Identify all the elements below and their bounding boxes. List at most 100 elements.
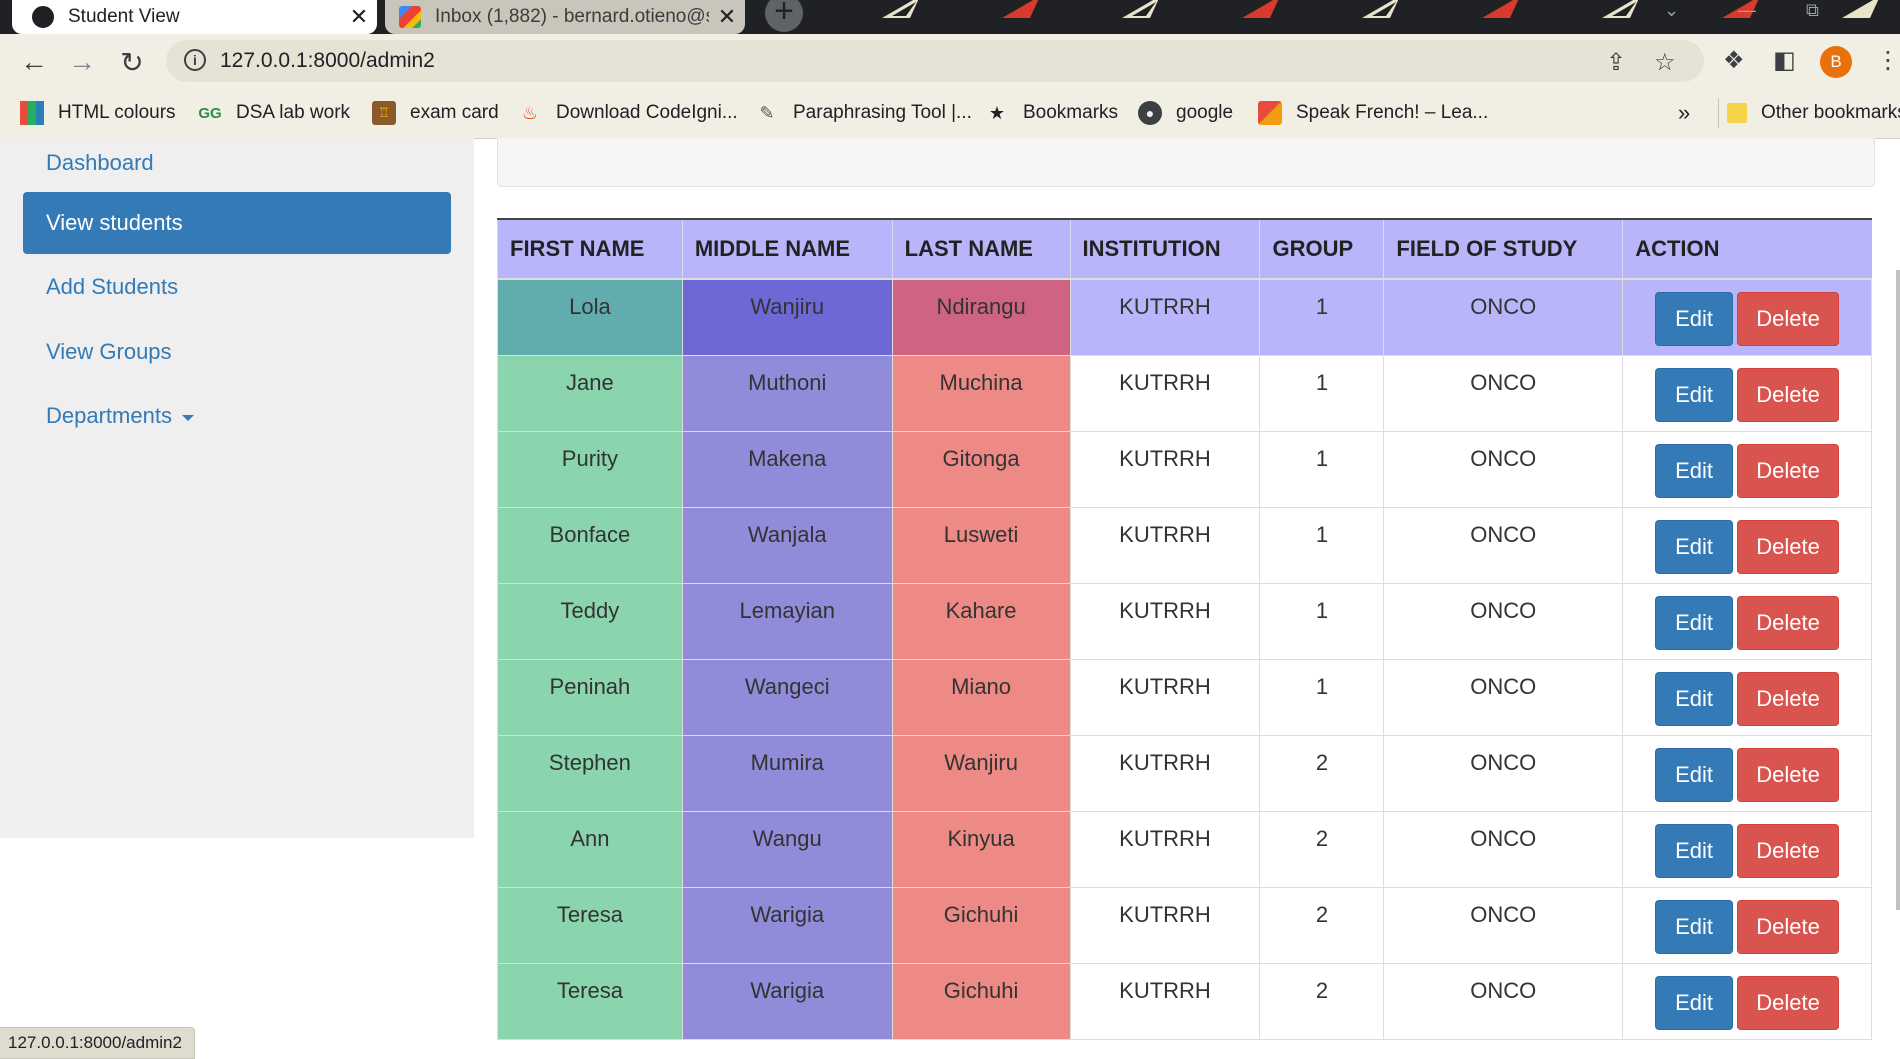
column-header: FIRST NAME xyxy=(497,218,683,280)
action-cell: Edit Delete xyxy=(1622,278,1872,356)
edit-button[interactable]: Edit xyxy=(1655,367,1734,422)
action-cell: Edit Delete xyxy=(1622,962,1872,1040)
table-row: Jane Muthoni Muchina KUTRRH 1 ONCO Edit D… xyxy=(497,354,1872,432)
edit-button[interactable]: Edit xyxy=(1655,747,1734,802)
delete-button[interactable]: Delete xyxy=(1737,671,1840,726)
close-icon[interactable]: ✕ xyxy=(709,4,745,30)
page-scrollbar[interactable] xyxy=(1896,270,1900,910)
address-bar[interactable]: i 127.0.0.1:8000/admin2 ⇪ ☆ xyxy=(166,40,1704,82)
geeks-icon: GG xyxy=(198,104,222,122)
edit-button[interactable]: Edit xyxy=(1655,292,1734,346)
sidebar-item-departments[interactable]: Departments xyxy=(23,385,451,447)
bookmark-speak-french[interactable]: Speak French! – Lea... xyxy=(1258,98,1488,128)
forward-icon[interactable]: → xyxy=(64,44,100,80)
bookmark-bookmarks[interactable]: ★ Bookmarks xyxy=(985,98,1118,128)
side-panel-icon[interactable]: ◧ xyxy=(1773,46,1796,75)
delete-button[interactable]: Delete xyxy=(1737,823,1840,878)
sidebar-item-view-students[interactable]: View students xyxy=(23,192,451,254)
tab-search-icon[interactable]: ⌄ xyxy=(1664,0,1679,21)
last-name-cell: Kinyua xyxy=(891,810,1071,888)
group-cell: 2 xyxy=(1259,886,1385,964)
field-of-study-cell: ONCO xyxy=(1383,354,1624,432)
column-header: LAST NAME xyxy=(891,218,1070,280)
field-of-study-cell: ONCO xyxy=(1383,886,1624,964)
sidebar-item-add-students[interactable]: Add Students xyxy=(23,256,451,318)
field-of-study-cell: ONCO xyxy=(1383,430,1624,508)
edit-button[interactable]: Edit xyxy=(1655,823,1734,878)
flame-icon: ♨ xyxy=(521,102,539,123)
bookmark-codeigniter[interactable]: ♨ Download CodeIgni... xyxy=(518,98,738,128)
column-header: INSTITUTION xyxy=(1069,218,1260,280)
institution-cell: KUTRRH xyxy=(1069,430,1261,508)
tab-inbox[interactable]: Inbox (1,882) - bernard.otieno@s ✕ xyxy=(385,0,745,34)
reload-icon[interactable]: ↻ xyxy=(114,44,150,80)
sidebar-item-label: Departments xyxy=(46,403,172,428)
institution-cell: KUTRRH xyxy=(1069,810,1261,888)
table-row: Lola Wanjiru Ndirangu KUTRRH 1 ONCO Edit… xyxy=(497,278,1872,356)
browser-toolbar: ← → ↻ i 127.0.0.1:8000/admin2 ⇪ ☆ ❖ ◧ B … xyxy=(0,34,1900,88)
edit-button[interactable]: Edit xyxy=(1655,595,1734,650)
delete-button[interactable]: Delete xyxy=(1737,975,1840,1030)
sidebar-item-view-groups[interactable]: View Groups xyxy=(23,321,451,383)
folder-icon xyxy=(1727,103,1747,123)
group-cell: 2 xyxy=(1259,734,1385,812)
field-of-study-cell: ONCO xyxy=(1383,810,1624,888)
field-of-study-cell: ONCO xyxy=(1383,962,1624,1040)
bookmark-star-icon[interactable]: ☆ xyxy=(1654,48,1676,77)
table-row: Bonface Wanjala Lusweti KUTRRH 1 ONCO Ed… xyxy=(497,506,1872,584)
delete-button[interactable]: Delete xyxy=(1737,747,1840,802)
students-table: FIRST NAME MIDDLE NAME LAST NAME INSTITU… xyxy=(497,218,1872,1040)
first-name-cell: Stephen xyxy=(497,734,683,812)
bookmark-html-colours[interactable]: HTML colours xyxy=(20,98,176,128)
profile-avatar[interactable]: B xyxy=(1820,46,1852,78)
action-cell: Edit Delete xyxy=(1622,506,1872,584)
new-tab-button[interactable]: + xyxy=(765,0,803,32)
tab-strip: Student View ✕ Inbox (1,882) - bernard.o… xyxy=(0,0,1900,34)
first-name-cell: Teresa xyxy=(497,886,683,964)
tab-student-view[interactable]: Student View ✕ xyxy=(12,0,377,34)
back-icon[interactable]: ← xyxy=(16,44,52,80)
first-name-cell: Peninah xyxy=(497,658,683,736)
middle-name-cell: Mumira xyxy=(681,734,893,812)
menu-icon[interactable]: ⋮ xyxy=(1876,46,1900,75)
gmail-icon xyxy=(399,6,421,28)
sidebar-item-label: Dashboard xyxy=(46,150,154,175)
action-cell: Edit Delete xyxy=(1622,354,1872,432)
first-name-cell: Purity xyxy=(497,430,683,508)
restore-icon[interactable]: ⧉ xyxy=(1806,0,1819,21)
delete-button[interactable]: Delete xyxy=(1737,519,1840,574)
delete-button[interactable]: Delete xyxy=(1737,595,1840,650)
theme-decoration-icon xyxy=(1122,0,1159,18)
table-row: Teresa Warigia Gichuhi KUTRRH 2 ONCO Edi… xyxy=(497,886,1872,964)
delete-button[interactable]: Delete xyxy=(1737,443,1840,498)
share-icon[interactable]: ⇪ xyxy=(1606,48,1626,77)
other-bookmarks[interactable]: Other bookmarks xyxy=(1718,98,1900,128)
edit-button[interactable]: Edit xyxy=(1655,519,1734,574)
edit-button[interactable]: Edit xyxy=(1655,671,1734,726)
last-name-cell: Kahare xyxy=(891,582,1071,660)
minimize-icon[interactable]: — xyxy=(1738,0,1756,21)
first-name-cell: Bonface xyxy=(497,506,683,584)
edit-button[interactable]: Edit xyxy=(1655,899,1734,954)
url-text[interactable]: 127.0.0.1:8000/admin2 xyxy=(220,49,435,73)
delete-button[interactable]: Delete xyxy=(1737,367,1840,422)
group-cell: 1 xyxy=(1259,506,1385,584)
delete-button[interactable]: Delete xyxy=(1737,899,1840,954)
close-icon[interactable]: ✕ xyxy=(341,4,377,30)
bookmark-exam-card[interactable]: ♖ exam card xyxy=(372,98,499,128)
bookmark-dsa-lab-work[interactable]: GG DSA lab work xyxy=(198,98,350,128)
bookmarks-overflow-button[interactable]: » xyxy=(1678,98,1690,128)
bookmark-google[interactable]: ● google xyxy=(1138,98,1233,128)
column-header: GROUP xyxy=(1259,218,1384,280)
status-bar-url: 127.0.0.1:8000/admin2 xyxy=(0,1027,195,1059)
bookmark-paraphrasing-tool[interactable]: ✎ Paraphrasing Tool |... xyxy=(755,98,971,128)
field-of-study-cell: ONCO xyxy=(1383,658,1624,736)
edit-button[interactable]: Edit xyxy=(1655,975,1734,1030)
middle-name-cell: Muthoni xyxy=(681,354,893,432)
extensions-icon[interactable]: ❖ xyxy=(1723,46,1745,75)
edit-button[interactable]: Edit xyxy=(1655,443,1734,498)
delete-button[interactable]: Delete xyxy=(1737,292,1840,346)
site-info-icon[interactable]: i xyxy=(184,49,206,71)
sidebar-item-dashboard[interactable]: Dashboard xyxy=(23,132,451,194)
caret-down-icon xyxy=(181,414,194,421)
